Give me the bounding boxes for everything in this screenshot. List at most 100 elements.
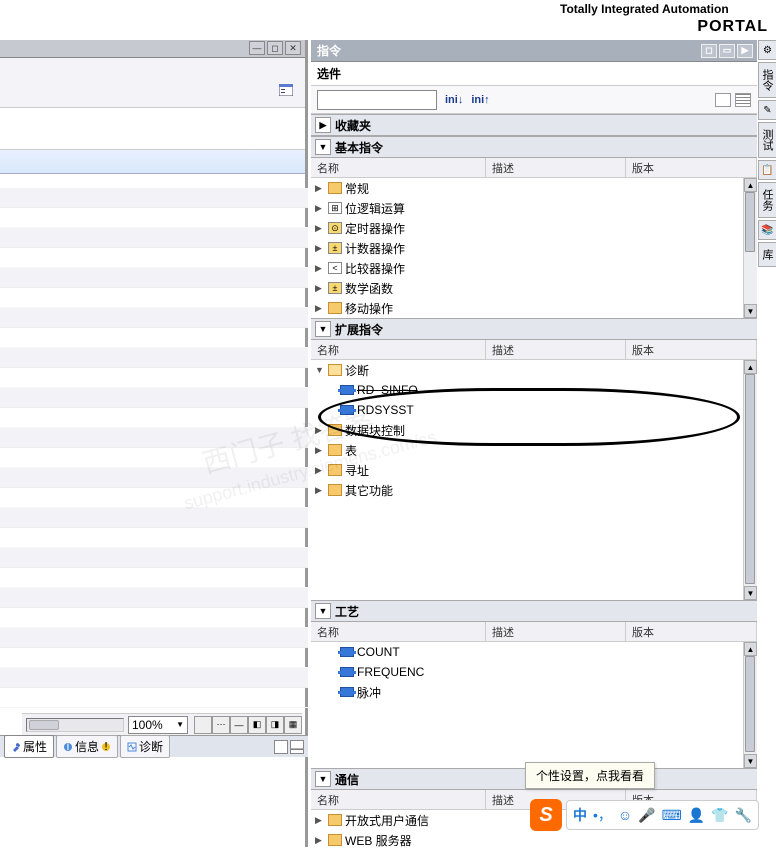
minimize-button[interactable]: — — [249, 41, 265, 55]
maximize-button[interactable]: ◻ — [267, 41, 283, 55]
col-ver: 版本 — [626, 158, 757, 177]
ime-person-icon[interactable]: 👤 — [688, 807, 705, 824]
section-favorites[interactable]: ▶ 收藏夹 — [311, 114, 757, 136]
zoom-tool-4[interactable]: ◧ — [248, 716, 266, 734]
sogou-logo-icon[interactable]: S — [530, 799, 562, 831]
left-toolbar-1 — [0, 58, 305, 108]
sidetab-instructions[interactable]: 指令 — [758, 62, 776, 98]
ime-punct-icon[interactable]: •， — [593, 805, 612, 825]
search-input[interactable] — [317, 90, 437, 110]
tab-properties[interactable]: 属性 — [4, 735, 54, 758]
tree-item-dblock[interactable]: ▶数据块控制 — [311, 420, 757, 440]
chevron-down-icon[interactable]: ▼ — [315, 603, 331, 619]
panel-title-text: 指令 — [317, 42, 341, 59]
tree-item-pulse[interactable]: 脉冲控制脉冲宽度调制 — [311, 682, 757, 702]
ime-smile-icon[interactable]: ☺ — [618, 807, 632, 823]
tree-item-timer[interactable]: ▶⊙定时器操作 — [311, 218, 757, 238]
zoom-select[interactable]: 100%▼ — [128, 716, 188, 734]
sidetab-library[interactable]: 库 — [758, 242, 776, 267]
zoom-tool-3[interactable]: — — [230, 716, 248, 734]
basic-scrollbar[interactable]: ▲▼ — [743, 178, 757, 318]
svg-text:!: ! — [104, 742, 107, 752]
panel-btn-2[interactable]: ▭ — [719, 44, 735, 58]
tree-item-bitlogic[interactable]: ▶⊞位逻辑运算 — [311, 198, 757, 218]
tree-item-counter[interactable]: ▶±计数器操作 — [311, 238, 757, 258]
block-icon — [340, 405, 354, 415]
ime-keyboard-icon[interactable]: ⌨ — [662, 807, 682, 824]
section-extended[interactable]: ▼ 扩展指令 — [311, 318, 757, 340]
col-desc: 描述 — [486, 158, 626, 177]
panel-collapse-button[interactable]: ▶ — [737, 44, 753, 58]
tree-item-move[interactable]: ▶移动操作 — [311, 298, 757, 318]
tree-item-rdsysst[interactable]: RDSYSST读取系统状态列表V1.1▼ — [311, 400, 757, 420]
block-icon — [340, 687, 354, 697]
tree-item-frequenc[interactable]: FREQUENC控制频率测量 — [311, 662, 757, 682]
side-tabs: ⚙ 指令 ✎ 测试 📋 任务 📚 库 — [758, 40, 776, 360]
search-up-icon[interactable]: ini↑ — [471, 94, 489, 106]
chevron-down-icon[interactable]: ▼ — [315, 771, 331, 787]
panel-titlebar: 指令 ◻ ▭ ▶ — [311, 40, 757, 62]
tree-item-webserver[interactable]: ▶WEB 服务器 — [311, 830, 757, 850]
brand-title: Totally Integrated Automation — [560, 2, 729, 16]
sidetab-icon-test[interactable]: ✎ — [758, 100, 776, 120]
bitlogic-icon: ⊞ — [328, 202, 342, 214]
counter-icon: ± — [328, 242, 342, 254]
ext-columns: 名称 描述 版本 — [311, 340, 757, 360]
col-name: 名称 — [311, 158, 486, 177]
tree-item-math[interactable]: ▶±数学函数 — [311, 278, 757, 298]
sidetab-icon-instr[interactable]: ⚙ — [758, 40, 776, 60]
view-list-button[interactable] — [715, 93, 731, 107]
tech-scrollbar[interactable]: ▲▼ — [743, 642, 757, 768]
diag-icon — [127, 742, 137, 752]
inspector-btn-2[interactable]: — — [290, 740, 304, 754]
tree-item-count[interactable]: COUNT控制计数器 — [311, 642, 757, 662]
left-header-row — [0, 150, 305, 174]
tree-item-other[interactable]: ▶其它功能 — [311, 480, 757, 500]
close-button[interactable]: ✕ — [285, 41, 301, 55]
zoom-tool-5[interactable]: ◨ — [266, 716, 284, 734]
ext-tree: ▼诊断 RD_SINFO读取当前 OB 启动信...V1.1 RDSYSST读取… — [311, 360, 757, 600]
ime-tool-icon[interactable]: 🔧 — [735, 807, 752, 824]
inspector-btn-1[interactable] — [274, 740, 288, 754]
instructions-panel: 指令 ◻ ▭ ▶ 选件 ini↓ ini↑ ▶ 收藏夹 ▼ 基本指令 名称 描述… — [311, 40, 757, 847]
ime-mic-icon[interactable]: 🎤 — [638, 807, 655, 824]
section-basic[interactable]: ▼ 基本指令 — [311, 136, 757, 158]
ext-scrollbar[interactable]: ▲▼ — [743, 360, 757, 600]
chevron-right-icon[interactable]: ▶ — [315, 117, 331, 133]
tree-item-table[interactable]: ▶表 — [311, 440, 757, 460]
svg-text:i: i — [67, 742, 70, 752]
zoom-tool-6[interactable]: ▦ — [284, 716, 302, 734]
view-grid-button[interactable] — [735, 93, 751, 107]
section-tech[interactable]: ▼ 工艺 — [311, 600, 757, 622]
tree-item-general[interactable]: ▶常规 — [311, 178, 757, 198]
tech-columns: 名称 描述 版本 — [311, 622, 757, 642]
basic-tree: ▶常规 ▶⊞位逻辑运算 ▶⊙定时器操作 ▶±计数器操作 ▶<比较器操作 ▶±数学… — [311, 178, 757, 318]
block-icon — [340, 647, 354, 657]
sidetab-task[interactable]: 任务 — [758, 182, 776, 218]
ime-lang[interactable]: 中 — [573, 805, 587, 825]
search-down-icon[interactable]: ini↓ — [445, 94, 463, 106]
tree-item-compare[interactable]: ▶<比较器操作 — [311, 258, 757, 278]
tree-item-rd-sinfo[interactable]: RD_SINFO读取当前 OB 启动信...V1.1 — [311, 380, 757, 400]
tab-diagnostics[interactable]: 诊断 — [120, 735, 170, 758]
inspector-tabs: 属性 i 信息 ! 诊断 — — [0, 735, 308, 757]
chevron-down-icon[interactable]: ▼ — [315, 321, 331, 337]
panel-btn-1[interactable]: ◻ — [701, 44, 717, 58]
tab-info[interactable]: i 信息 ! — [56, 735, 118, 758]
tree-item-diag-folder[interactable]: ▼诊断 — [311, 360, 757, 380]
sidetab-icon-lib[interactable]: 📚 — [758, 220, 776, 240]
options-header: 选件 — [311, 62, 757, 86]
h-scrollbar[interactable] — [26, 718, 124, 732]
sidetab-test[interactable]: 测试 — [758, 122, 776, 158]
ime-toolbar: S 中 •， ☺ 🎤 ⌨ 👤 👕 🔧 — [530, 797, 759, 833]
zoom-tool-2[interactable]: ⋯ — [212, 716, 230, 734]
chevron-down-icon[interactable]: ▼ — [315, 139, 331, 155]
zoom-tool-1[interactable] — [194, 716, 212, 734]
search-row: ini↓ ini↑ — [311, 86, 757, 114]
block-icon — [340, 667, 354, 677]
tree-item-addr[interactable]: ▶寻址 — [311, 460, 757, 480]
ime-skin-icon[interactable]: 👕 — [711, 807, 728, 824]
left-panel: — ◻ ✕ 100%▼ ⋯ — ◧ ◨ ▦ — [0, 40, 308, 847]
sidetab-icon-task[interactable]: 📋 — [758, 160, 776, 180]
basic-columns: 名称 描述 版本 — [311, 158, 757, 178]
